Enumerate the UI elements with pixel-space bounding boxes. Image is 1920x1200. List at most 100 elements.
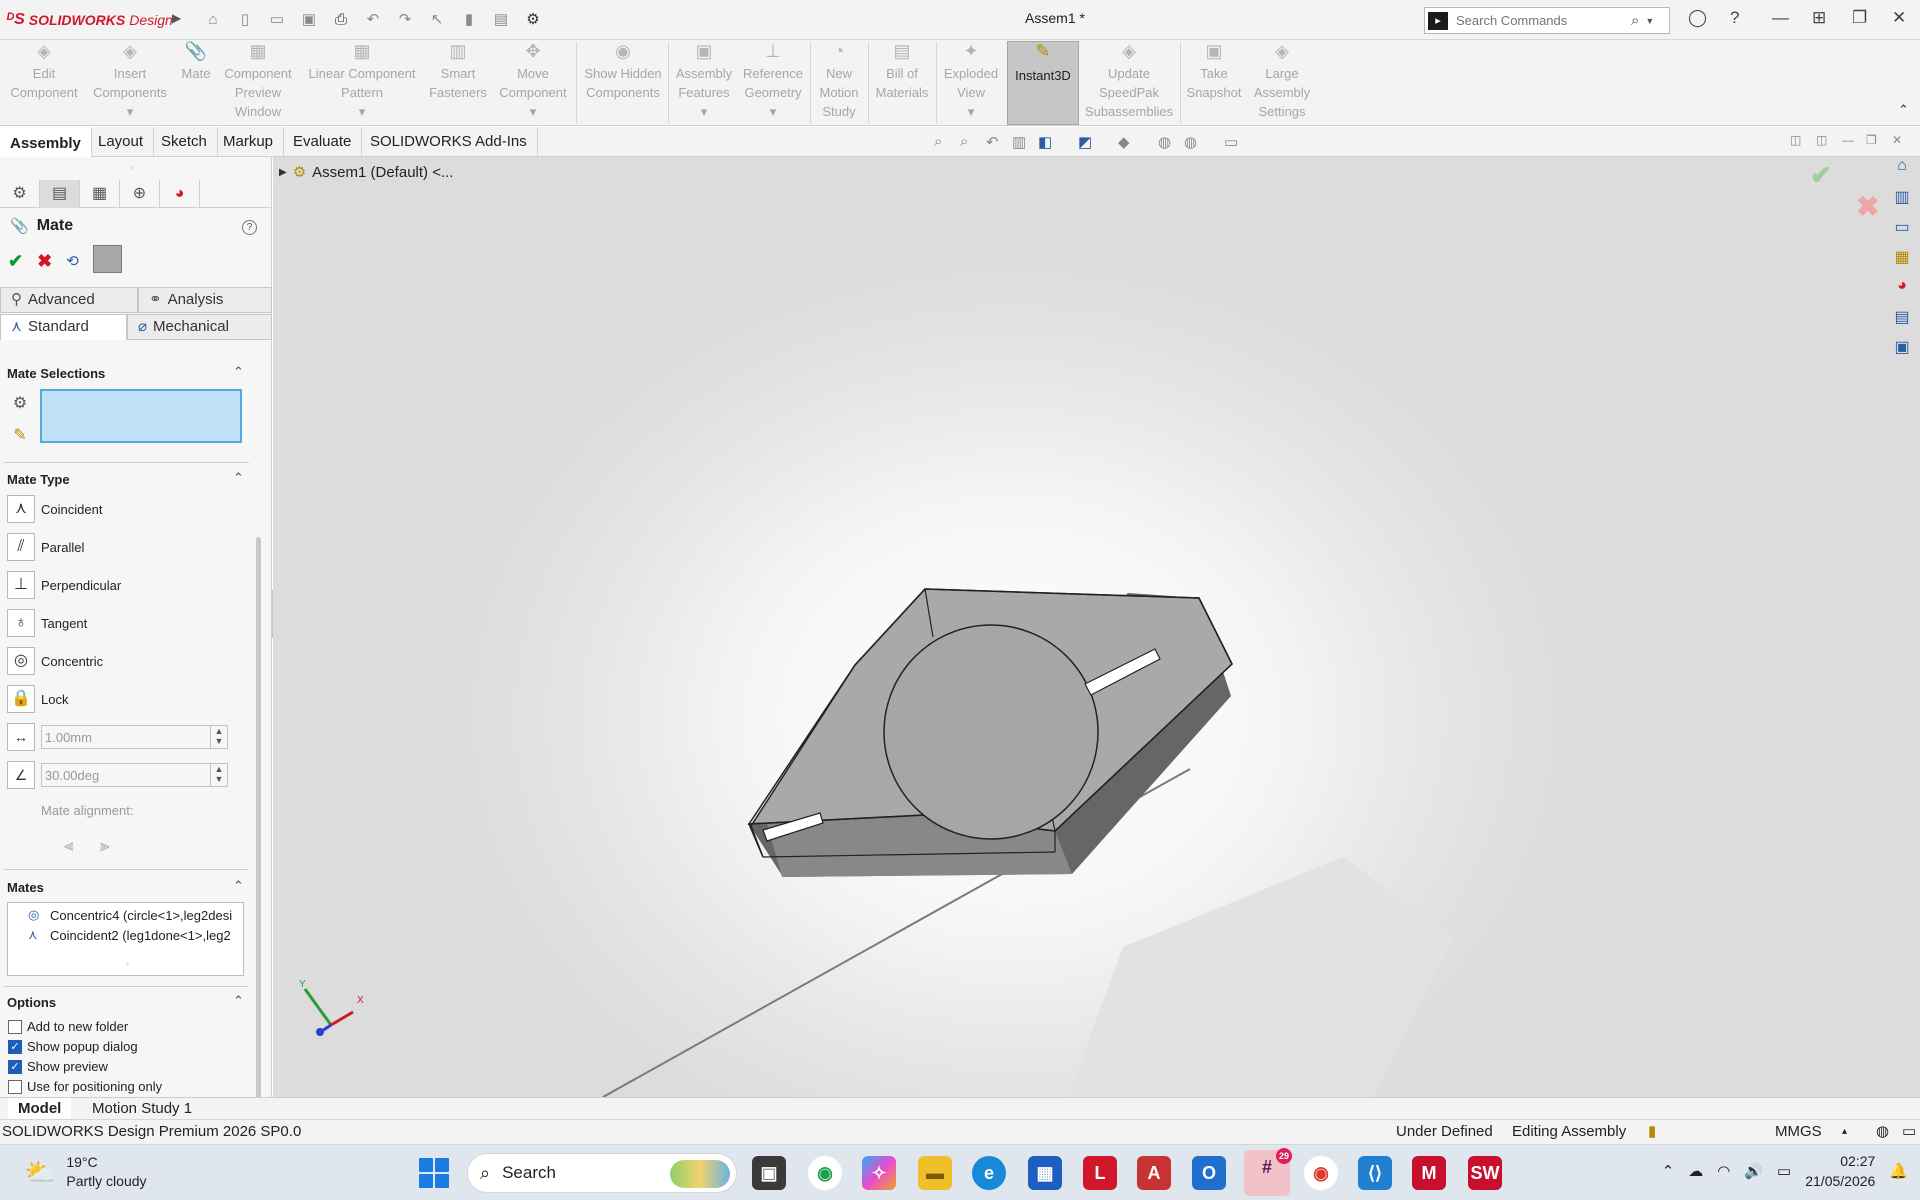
file-properties-icon[interactable]: ▤ [488,10,514,28]
component-preview-window-button[interactable]: ▦ Component Preview Window [218,42,298,121]
mate-type-concentric[interactable]: ◎ Concentric [7,647,103,675]
featuremanager-tab-icon[interactable]: ⚙ [0,180,40,208]
start-button[interactable] [419,1158,449,1188]
options-collapse-icon[interactable]: ⌃ [233,993,244,1009]
save-icon[interactable]: ▣ [296,10,322,28]
tab-standard[interactable]: ⋏ Standard [0,314,127,340]
edit-appearance-icon[interactable]: ◍ [1158,133,1171,151]
tab-model[interactable]: Model [8,1098,72,1120]
rebuild-status-icon[interactable]: ▮ [1648,1120,1656,1144]
help-icon[interactable]: ? [242,220,257,235]
angle-icon[interactable]: ∠ [7,761,35,789]
redo-icon[interactable]: ↷ [392,10,418,28]
viewport-tile-icon[interactable]: ◫ [1790,133,1801,147]
restore-icon[interactable]: ❐ [1852,8,1867,28]
large-assembly-settings-button[interactable]: ◈ Large Assembly Settings [1246,42,1318,121]
solidworks-logo[interactable]: ᴰS SOLIDWORKS Design [0,0,173,40]
close-icon[interactable]: ✕ [1892,8,1906,28]
new-motion-study-button[interactable]: ◔ New Motion Study [814,42,864,121]
viewport-restore-icon[interactable]: ❐ [1866,133,1877,147]
take-snapshot-button[interactable]: ▣ Take Snapshot [1184,42,1244,102]
unit-system[interactable]: MMGS [1775,1120,1822,1144]
search-icon[interactable]: ⌕ [1631,12,1639,29]
search-commands-box[interactable]: ▸ ⌕ ▼ [1424,7,1670,34]
mcafee-icon[interactable]: M [1412,1156,1446,1190]
viewport-minimize-icon[interactable]: — [1842,133,1854,147]
search-commands-input[interactable] [1456,13,1631,28]
minimize-icon[interactable]: — [1772,8,1789,28]
apply-scene-icon[interactable]: ◍ [1184,133,1197,151]
display-manager-tab-icon[interactable]: ◕ [160,180,200,208]
help-icon[interactable]: ? [1730,8,1739,28]
vscode-icon[interactable]: ⟨⟩ [1358,1156,1392,1190]
volume-icon[interactable]: 🔊 [1744,1162,1763,1180]
instant3d-button[interactable]: ✎ Instant3D [1007,41,1079,125]
mate-button[interactable]: 📎 Mate [176,42,216,83]
option-use-for-positioning-only[interactable]: Use for positioning only [8,1079,162,1094]
ok-check-icon[interactable]: ✔ [8,251,23,272]
update-speedpak-button[interactable]: ◈ Update SpeedPak Subassemblies [1082,42,1176,121]
mate-type-collapse-icon[interactable]: ⌃ [233,470,244,486]
tab-analysis[interactable]: ⚭ Analysis [138,287,272,313]
anti-aligned-icon[interactable]: ⫸ [100,836,110,856]
quick-tips-icon[interactable]: ◍ [1876,1120,1889,1144]
mate-selections-box[interactable] [40,389,242,443]
layout-icon[interactable]: ⊞ [1812,8,1826,28]
reference-geometry-button[interactable]: ⊥ Reference Geometry ▾ [738,42,808,121]
search-dropdown-icon[interactable]: ▼ [1645,16,1654,26]
distance-spinner[interactable]: ▲ ▼ [210,725,228,749]
cancel-x-icon[interactable]: ✖ [37,251,52,272]
use-for-positioning-only-checkbox[interactable] [8,1079,22,1094]
bill-of-materials-button[interactable]: ▤ Bill of Materials [872,42,932,102]
previous-view-icon[interactable]: ↶ [986,133,999,151]
tab-assembly[interactable]: Assembly [0,127,92,157]
task-view-icon[interactable]: ▣ [752,1156,786,1190]
zoom-to-fit-icon[interactable]: ⌕ [934,133,942,150]
copilot-icon[interactable]: ✧ [862,1156,896,1190]
distance-input[interactable] [41,725,211,749]
hide-show-items-icon[interactable]: ◆ [1118,133,1130,151]
options-gear-icon[interactable]: ⚙ [520,10,546,28]
mate-selections-collapse-icon[interactable]: ⌃ [233,364,244,380]
show-hidden-icons-icon[interactable]: ⌃ [1662,1162,1675,1180]
new-document-icon[interactable]: ▯ [232,10,258,28]
file-explorer-icon[interactable]: ▬ [918,1156,952,1190]
add-to-new-folder-checkbox[interactable] [8,1019,22,1034]
home-icon[interactable]: ⌂ [200,11,226,28]
tab-markup[interactable]: Markup [213,127,285,157]
slack-icon[interactable]: #29 [1244,1148,1292,1196]
select-icon[interactable]: ↖ [424,10,450,28]
clock[interactable]: 02:27 21/05/2026 [1805,1151,1875,1191]
mates-collapse-icon[interactable]: ⌃ [233,878,244,894]
mate-type-coincident[interactable]: ⋏ Coincident [7,495,102,523]
view-orientation-icon[interactable]: ◧ [1038,133,1052,151]
list-item[interactable]: ⋏ Coincident2 (leg1done<1>,leg2 [28,927,244,943]
distance-icon[interactable]: ↔ [7,723,35,751]
weather-widget[interactable]: ⛅ 19°C Partly cloudy [24,1153,147,1191]
unit-system-up-icon[interactable]: ▴ [1842,1120,1847,1144]
forum-icon[interactable]: ▣ [1890,337,1914,361]
menu-expand-arrow-icon[interactable]: ▶ [172,11,181,25]
configurationmanager-tab-icon[interactable]: ▦ [80,180,120,208]
tab-sketch[interactable]: Sketch [151,127,218,157]
section-view-icon[interactable]: ▥ [1012,133,1026,151]
view-palette-icon[interactable]: ▦ [1890,247,1914,271]
show-hidden-components-button[interactable]: ◉ Show Hidden Components [580,42,666,102]
graphics-area[interactable]: ▶ ⚙ Assem1 (Default) <... ✔ ✖ Y X ⌂ ▥ ▭ … [273,157,1920,1097]
custom-properties-icon[interactable]: ▤ [1890,307,1914,331]
tab-evaluate[interactable]: Evaluate [283,127,363,157]
tab-solidworks-add-ins[interactable]: SOLIDWORKS Add-Ins [360,127,538,157]
mates-list[interactable]: ◎ Concentric4 (circle<1>,leg2desi ⋏ Coinci… [7,902,244,976]
insert-components-button[interactable]: ◈ Insert Components ▾ [86,42,174,121]
design-library-icon[interactable]: ▥ [1890,187,1914,211]
angle-spinner[interactable]: ▲ ▼ [210,763,228,787]
smart-fasteners-button[interactable]: ▥ Smart Fasteners [426,42,490,102]
print-icon[interactable]: ⎙ [328,11,354,28]
edit-component-button[interactable]: ◈ Edit Component [4,42,84,102]
keep-visible-pin-button[interactable] [92,245,122,273]
pdf-reader-icon[interactable]: A [1137,1156,1171,1190]
wifi-icon[interactable]: ◠ [1717,1162,1730,1180]
mate-type-parallel[interactable]: ⫽ Parallel [7,533,84,561]
circular-boss-face[interactable] [883,624,1099,840]
collapse-ribbon-icon[interactable]: ⌃ [1898,102,1909,118]
